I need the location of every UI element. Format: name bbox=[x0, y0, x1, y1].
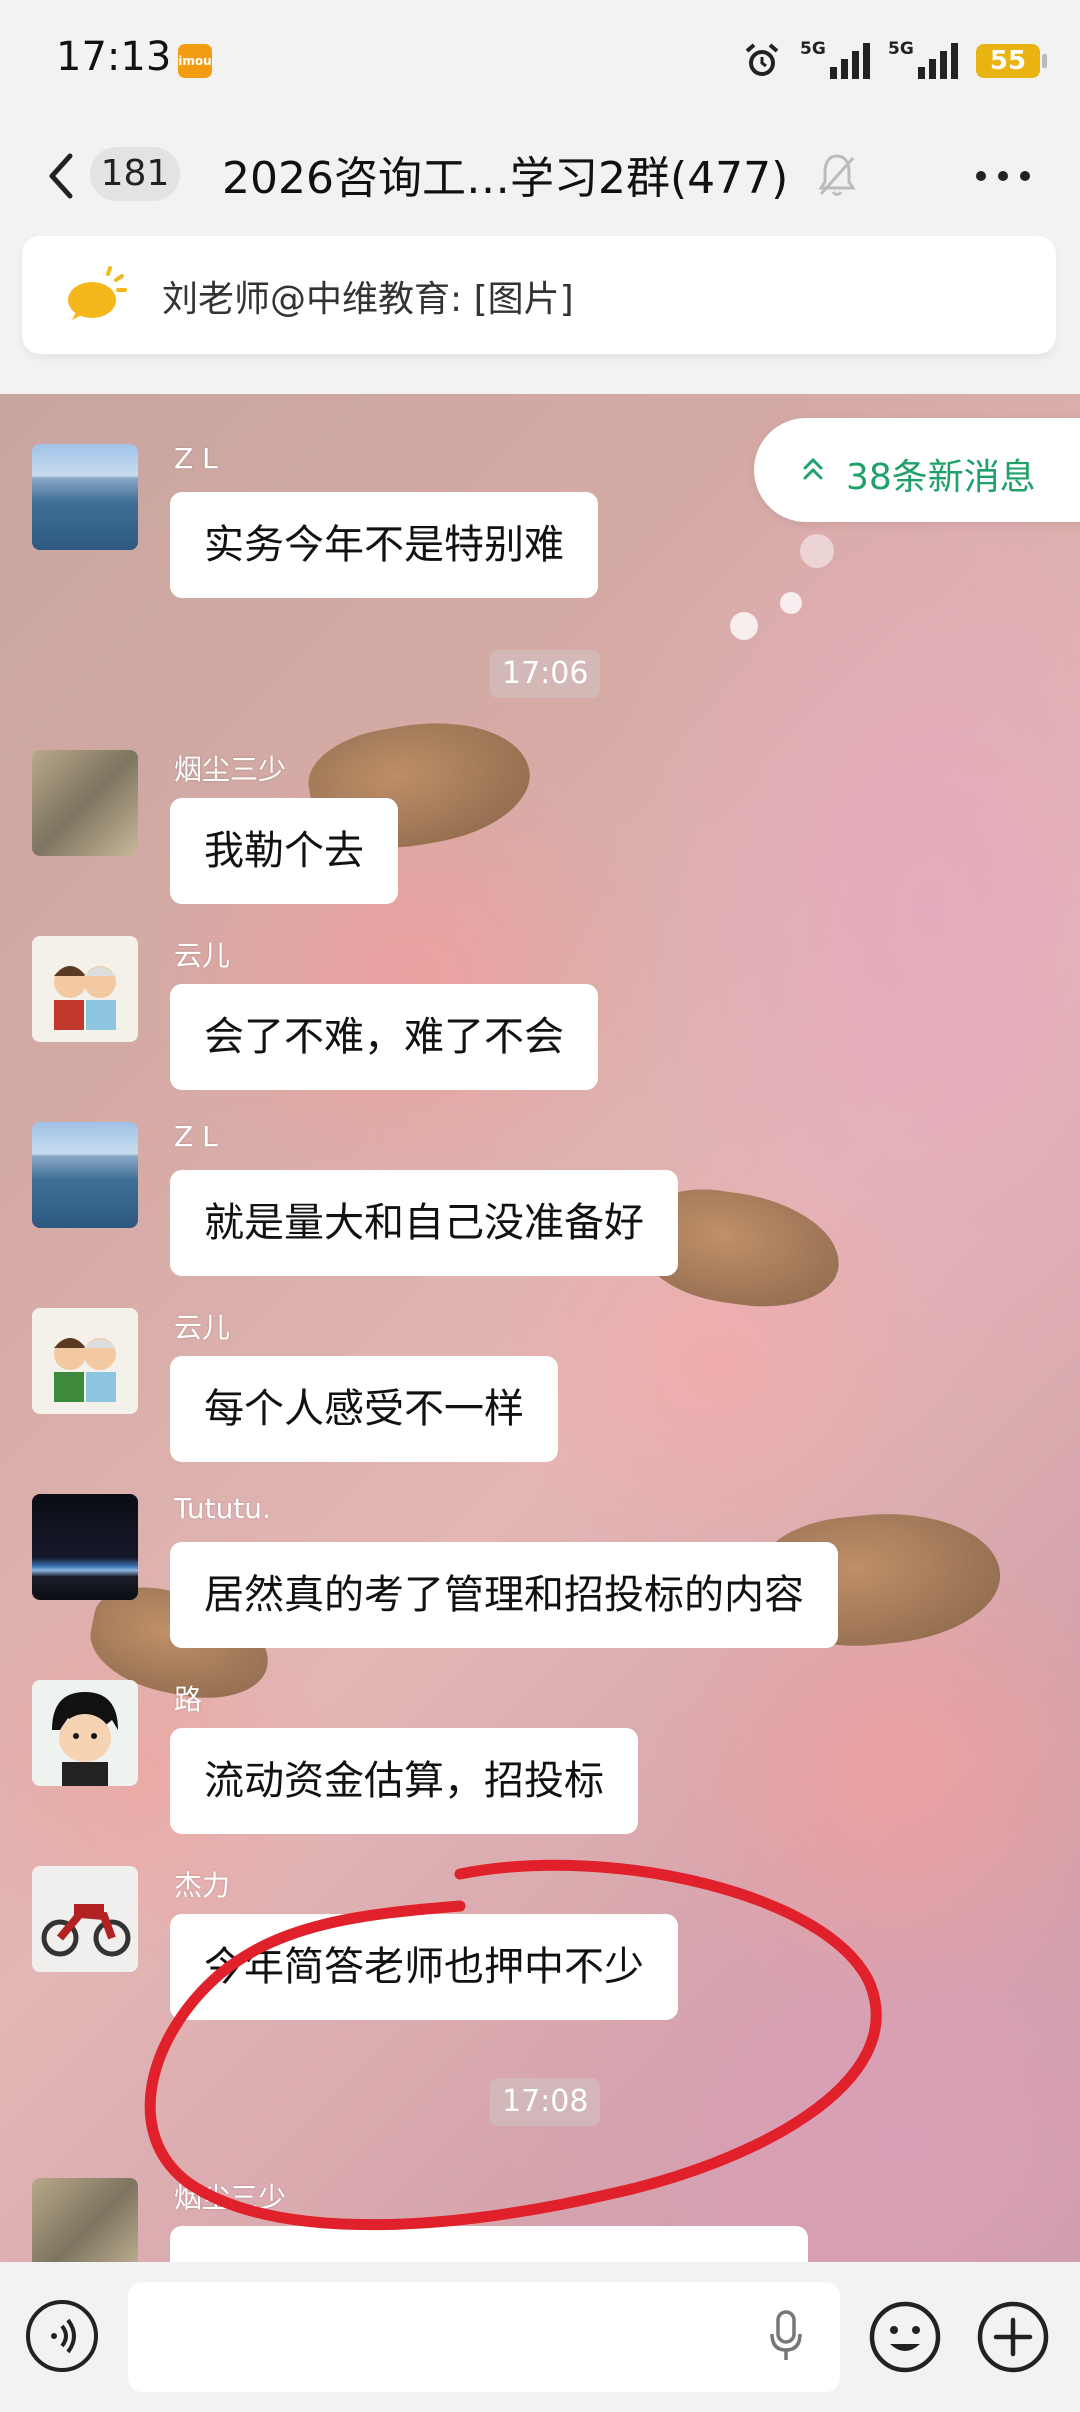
sender-name: 云儿 bbox=[174, 1311, 231, 1344]
message-bubble[interactable]: 就是量大和自己没准备好 bbox=[170, 1170, 678, 1276]
emoji-icon[interactable] bbox=[868, 2300, 942, 2374]
timestamp: 17:06 bbox=[490, 650, 601, 698]
background-bubble bbox=[780, 592, 802, 614]
sender-name: 路 bbox=[174, 1683, 203, 1716]
avatar[interactable] bbox=[32, 1494, 138, 1600]
motorcycle-avatar-icon bbox=[41, 1904, 131, 1957]
cartoon-couple-avatar-icon bbox=[54, 966, 116, 1030]
message-bubble[interactable]: 居然真的考了管理和招投标的内容 bbox=[170, 1542, 838, 1648]
new-messages-button[interactable]: 38条新消息 bbox=[754, 418, 1080, 522]
signal-5g-1-icon: 5G bbox=[800, 39, 870, 79]
avatar[interactable] bbox=[32, 750, 138, 856]
sender-name: Tututu. bbox=[174, 1492, 271, 1525]
double-chevron-up-icon bbox=[803, 457, 823, 480]
sender-name: Z L bbox=[174, 442, 218, 475]
red-annotation-circle bbox=[144, 1859, 882, 2231]
mute-bell-icon bbox=[818, 154, 856, 196]
unread-count-badge[interactable]: 181 bbox=[90, 147, 180, 201]
announcement-sun-bubble-icon bbox=[68, 266, 127, 320]
pinned-message-text: 刘老师@中维教育: [图片] bbox=[162, 279, 574, 320]
plus-icon[interactable] bbox=[976, 2300, 1050, 2374]
chat-header: 181 2026咨询工…学习2群(477) bbox=[0, 120, 1080, 230]
avatar[interactable] bbox=[32, 1122, 138, 1228]
more-options-icon[interactable] bbox=[975, 170, 1031, 182]
status-time: 17:13 bbox=[56, 34, 172, 80]
microphone-icon[interactable] bbox=[768, 2308, 804, 2364]
sender-name: 烟尘三少 bbox=[174, 753, 287, 786]
signal-5g-2-icon: 5G bbox=[888, 39, 958, 79]
cartoon-couple-avatar-icon bbox=[54, 1338, 116, 1402]
avatar[interactable] bbox=[32, 1680, 138, 1786]
message-bubble[interactable]: 实务今年不是特别难 bbox=[170, 492, 598, 598]
avatar[interactable] bbox=[32, 1866, 138, 1972]
alarm-icon bbox=[745, 43, 779, 76]
message-bubble[interactable]: 会了不难，难了不会 bbox=[170, 984, 598, 1090]
status-icons: 5G 5G 55 bbox=[742, 36, 1047, 86]
pinned-message-area: 刘老师@中维教育: [图片] bbox=[0, 230, 1080, 394]
voice-mode-button[interactable] bbox=[26, 2300, 98, 2372]
message-bubble[interactable]: 每个人感受不一样 bbox=[170, 1356, 558, 1462]
status-bar: 17:13 imou 5G 5G 55 bbox=[0, 0, 1080, 120]
sender-name: Z L bbox=[174, 1120, 218, 1153]
cartoon-boy-avatar-icon bbox=[52, 1692, 118, 1786]
voice-wave-icon bbox=[51, 2318, 76, 2354]
avatar[interactable] bbox=[32, 2178, 138, 2262]
message-input[interactable] bbox=[128, 2282, 840, 2392]
chat-title[interactable]: 2026咨询工…学习2群(477) bbox=[222, 142, 788, 206]
pinned-message-card[interactable]: 刘老师@中维教育: [图片] bbox=[22, 236, 1056, 354]
avatar[interactable] bbox=[32, 444, 138, 550]
background-bubble bbox=[800, 534, 834, 568]
message-bubble[interactable]: 我勒个去 bbox=[170, 798, 398, 904]
sender-name: 云儿 bbox=[174, 939, 231, 972]
back-arrow-icon[interactable] bbox=[40, 146, 90, 206]
avatar[interactable] bbox=[32, 936, 138, 1042]
imou-app-icon: imou bbox=[178, 44, 212, 78]
input-bar bbox=[0, 2262, 1080, 2412]
message-bubble[interactable]: 流动资金估算，招投标 bbox=[170, 1728, 638, 1834]
battery-icon: 55 bbox=[976, 44, 1047, 78]
new-messages-label: 38条新消息 bbox=[846, 457, 1036, 498]
chat-messages-area[interactable]: 38条新消息 Z L 实务今年不是特别难 17:06 烟尘三少 我勒个去 云儿 … bbox=[0, 394, 1080, 2262]
background-bubble bbox=[730, 612, 758, 640]
avatar[interactable] bbox=[32, 1308, 138, 1414]
